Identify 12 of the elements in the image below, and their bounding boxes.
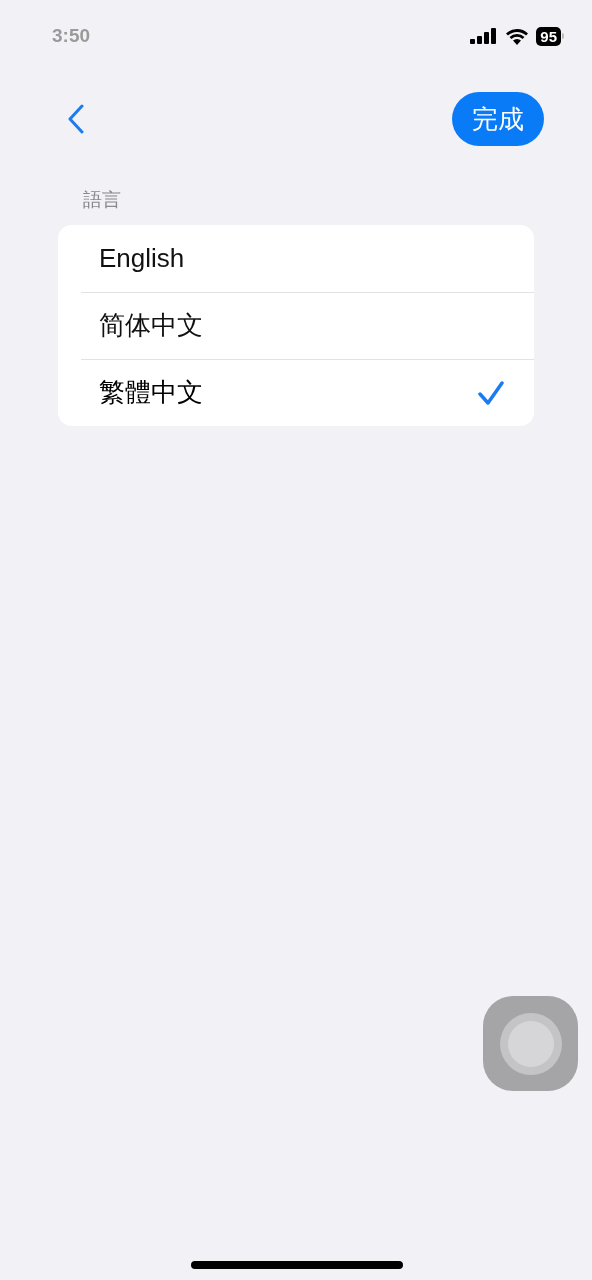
signal-icon — [470, 28, 499, 44]
wifi-icon — [505, 27, 530, 45]
language-option[interactable]: 简体中文 — [81, 291, 534, 359]
back-icon[interactable] — [66, 104, 86, 134]
done-button[interactable]: 完成 — [452, 92, 544, 146]
checkmark-icon — [478, 380, 504, 405]
language-option[interactable]: 繁體中文 — [81, 358, 534, 426]
status-time: 3:50 — [52, 23, 91, 48]
battery-level: 95 — [536, 26, 561, 46]
assistive-touch-button[interactable] — [483, 996, 578, 1091]
language-option[interactable]: English — [81, 224, 534, 292]
section-header: 語言 — [82, 188, 122, 212]
